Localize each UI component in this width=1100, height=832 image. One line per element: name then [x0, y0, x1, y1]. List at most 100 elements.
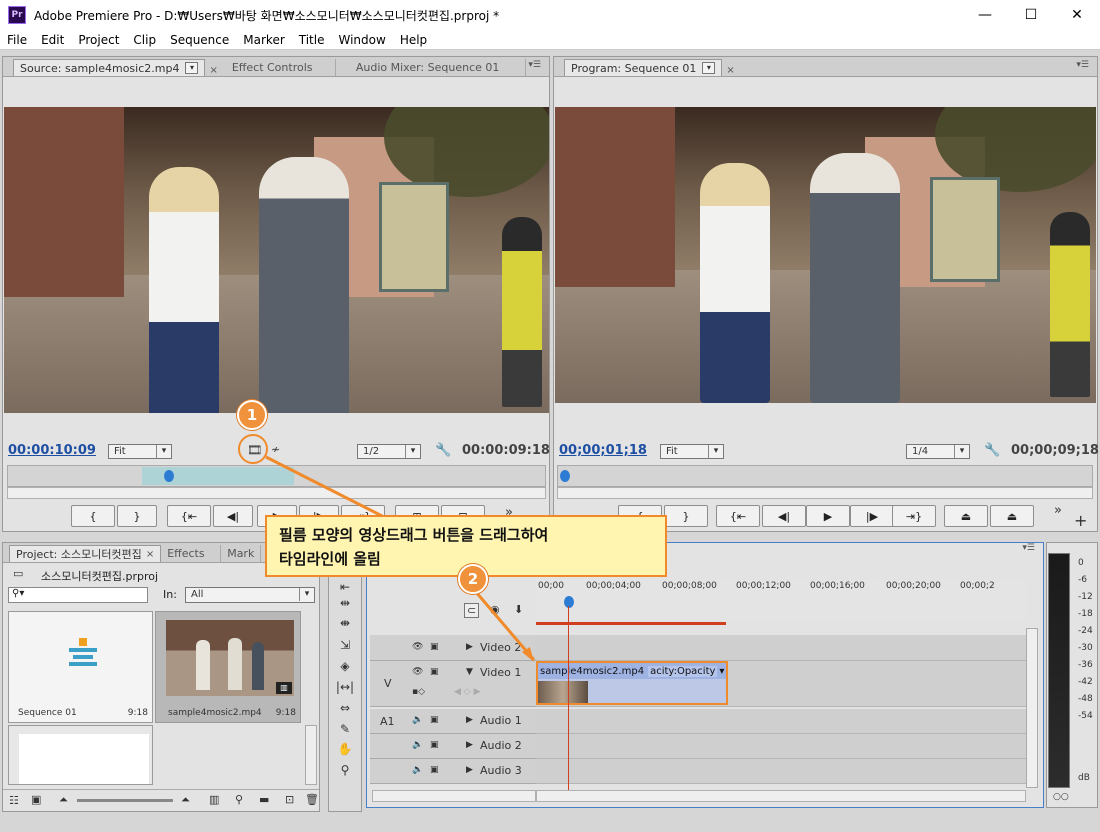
tab-project[interactable]: Project: 소스모니터컷편집 × [9, 545, 162, 562]
tab-audio-mixer[interactable]: Audio Mixer: Sequence 01 [336, 59, 526, 76]
source-zoom-scrollbar[interactable] [7, 487, 546, 499]
menu-title[interactable]: Title [292, 33, 332, 47]
project-item-clip[interactable]: ▥ sample4mosic2.mp4 9:18 [155, 611, 301, 723]
tab-program[interactable]: Program: Sequence 01 ▾ [564, 59, 723, 76]
speaker-icon[interactable]: 🔈 [412, 765, 423, 775]
minimize-button[interactable]: — [962, 0, 1008, 30]
program-current-timecode[interactable]: 00;00;01;18 [559, 443, 647, 458]
drag-audio-waveform-icon[interactable]: ≁ [271, 443, 280, 456]
timeline-clip[interactable]: sample4mosic2.mp4 acity:Opacity ▾ [536, 661, 728, 705]
more-controls-icon[interactable]: » [1054, 503, 1062, 518]
track-audio2[interactable] [536, 734, 1026, 759]
expand-icon[interactable]: ▶ [466, 765, 473, 775]
close-tab-icon[interactable]: × [209, 65, 217, 76]
panel-menu-icon[interactable]: ▾☰ [528, 60, 541, 70]
rolling-edit-tool-icon[interactable]: ⇲ [335, 638, 355, 656]
expand-icon[interactable]: ▶ [466, 642, 473, 652]
lock-icon[interactable]: ▣ [430, 667, 439, 677]
speaker-icon[interactable]: 🔈 [412, 715, 423, 725]
source-zoom-select[interactable]: Fit [108, 444, 172, 459]
step-back-button[interactable]: ◀| [762, 505, 806, 527]
keyframe-nav-icon[interactable]: ◀ ◇ ▶ [454, 687, 481, 697]
track-video2[interactable] [536, 635, 1026, 661]
close-tab-icon[interactable]: × [726, 65, 734, 76]
program-playhead[interactable] [560, 470, 570, 482]
go-to-out-button[interactable]: ⇥} [892, 505, 936, 527]
trash-icon[interactable]: 🗑 [305, 793, 319, 806]
menu-file[interactable]: File [0, 33, 34, 47]
source-resolution-select[interactable]: 1/2 [357, 444, 421, 459]
mark-out-button[interactable]: } [117, 505, 157, 527]
track-header-audio1[interactable]: A1 🔈 ▣ ▶ Audio 1 [370, 709, 536, 734]
work-area-bar[interactable] [536, 622, 726, 625]
search-input[interactable]: ⚲▾ [8, 587, 148, 603]
in-filter-select[interactable]: All [185, 587, 315, 603]
menu-marker[interactable]: Marker [236, 33, 291, 47]
lock-icon[interactable]: ▣ [430, 765, 439, 775]
timeline-playhead-handle[interactable] [564, 596, 574, 608]
program-time-ruler[interactable] [557, 465, 1093, 487]
add-button-icon[interactable]: + [1074, 511, 1087, 530]
go-to-in-button[interactable]: {⇤ [716, 505, 760, 527]
expand-icon[interactable]: ▶ [466, 740, 473, 750]
snap-icon[interactable]: ⊂ [464, 603, 480, 618]
play-button[interactable]: ▶ [806, 505, 850, 527]
program-resolution-select[interactable]: 1/4 [906, 444, 970, 459]
mark-out-button[interactable]: } [664, 505, 708, 527]
lock-icon[interactable]: ▣ [430, 715, 439, 725]
icon-view-icon[interactable]: ▣ [31, 793, 41, 806]
timeline-zoom-scrollbar[interactable] [536, 790, 1026, 802]
tab-markers[interactable]: Mark [221, 545, 262, 562]
zoom-tool-icon[interactable]: ⚲ [335, 763, 355, 781]
list-view-icon[interactable]: ☷ [9, 794, 19, 807]
track-header-audio3[interactable]: 🔈 ▣ ▶ Audio 3 [370, 759, 536, 784]
clip-effect-label[interactable]: acity:Opacity [648, 665, 718, 677]
wrench-icon[interactable]: 🔧 [435, 443, 451, 458]
new-item-icon[interactable]: ⊡ [285, 793, 294, 806]
razor-tool-icon[interactable]: ◈ [335, 659, 355, 677]
chevron-down-icon[interactable]: ▾ [185, 62, 199, 74]
tab-effects[interactable]: Effects [161, 545, 222, 562]
close-button[interactable]: ✕ [1054, 0, 1100, 30]
solo-buttons-icon[interactable]: ○○ [1053, 792, 1069, 802]
timeline-vertical-scrollbar[interactable] [1026, 628, 1038, 788]
hand-tool-icon[interactable]: ✋ [335, 742, 355, 760]
panel-menu-icon[interactable]: ▾☰ [1022, 543, 1035, 553]
automate-icon[interactable]: ▥ [209, 793, 219, 806]
extract-button[interactable]: ⏏ [990, 505, 1034, 527]
zoom-out-icon[interactable]: ⏶ [59, 793, 68, 807]
lock-icon[interactable]: ▣ [430, 642, 439, 652]
close-tab-icon[interactable]: × [146, 549, 154, 560]
zoom-in-icon[interactable]: ⏶ [181, 793, 190, 807]
project-scrollbar[interactable] [305, 725, 317, 785]
collapse-icon[interactable]: ▼ [466, 667, 473, 677]
step-back-button[interactable]: ◀| [213, 505, 253, 527]
zoom-slider[interactable] [77, 799, 173, 802]
sequence-marker-icon[interactable]: ◉ [490, 603, 500, 616]
go-to-in-button[interactable]: {⇤ [167, 505, 211, 527]
project-item-empty[interactable] [8, 725, 153, 785]
source-playhead[interactable] [164, 470, 174, 482]
eye-icon[interactable]: 👁 [412, 667, 423, 677]
step-forward-button[interactable]: |▶ [850, 505, 894, 527]
source-current-timecode[interactable]: 00:00:10:09 [8, 443, 96, 458]
source-time-ruler[interactable] [7, 465, 546, 487]
expand-icon[interactable]: ▶ [466, 715, 473, 725]
timeline-horizontal-scrollbar[interactable] [372, 790, 536, 802]
mark-in-button[interactable]: { [71, 505, 115, 527]
track-audio1[interactable] [536, 709, 1026, 734]
new-bin-icon[interactable]: ▬ [259, 793, 269, 806]
maximize-button[interactable]: ☐ [1008, 0, 1054, 30]
ripple-edit-tool-icon[interactable]: ⇼ [335, 616, 355, 634]
chevron-down-icon[interactable]: ▾ [702, 62, 716, 74]
panel-menu-icon[interactable]: ▾☰ [1076, 60, 1089, 70]
tab-effect-controls[interactable]: Effect Controls [226, 59, 336, 76]
track-header-video2[interactable]: 👁 ▣ ▶ Video 2 [370, 635, 536, 661]
slip-tool-icon[interactable]: |↔| [335, 680, 355, 698]
lock-icon[interactable]: ▣ [430, 740, 439, 750]
speaker-icon[interactable]: 🔈 [412, 740, 423, 750]
timeline-ruler[interactable]: 00;00 00;00;04;00 00;00;08;00 00;00;12;0… [536, 580, 1026, 625]
menu-help[interactable]: Help [393, 33, 434, 47]
menu-window[interactable]: Window [331, 33, 392, 47]
track-header-video1[interactable]: V 👁 ▣ ▼ Video 1 ▪◇ ◀ ◇ ▶ [370, 661, 536, 707]
